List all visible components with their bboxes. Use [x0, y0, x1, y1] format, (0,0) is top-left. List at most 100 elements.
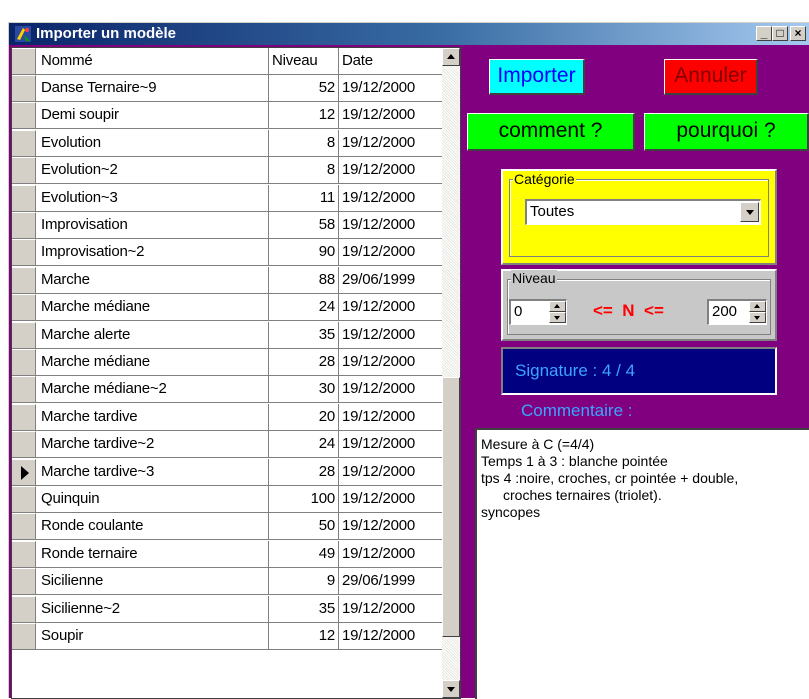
- cell-niveau[interactable]: 12: [269, 102, 339, 128]
- table-row[interactable]: Marche médiane~2 30 19/12/2000: [12, 376, 442, 403]
- column-header-nomme[interactable]: Nommé: [38, 48, 269, 74]
- annuler-button[interactable]: Annuler: [664, 59, 758, 95]
- niveau-max-down-button[interactable]: [749, 312, 766, 323]
- cell-nomme[interactable]: Marche: [38, 267, 269, 293]
- cell-nomme[interactable]: Evolution~3: [38, 185, 269, 211]
- cell-nomme[interactable]: Ronde coulante: [38, 513, 269, 539]
- table-row[interactable]: Marche tardive 20 19/12/2000: [12, 404, 442, 431]
- cell-niveau[interactable]: 58: [269, 212, 339, 238]
- cell-niveau[interactable]: 88: [269, 267, 339, 293]
- grid-vertical-scrollbar[interactable]: [442, 48, 460, 698]
- cell-nomme[interactable]: Marche tardive: [38, 404, 269, 430]
- cell-date[interactable]: 19/12/2000: [339, 102, 442, 128]
- row-indicator[interactable]: [12, 130, 36, 156]
- cell-date[interactable]: 19/12/2000: [339, 349, 442, 375]
- cell-date[interactable]: 19/12/2000: [339, 513, 442, 539]
- importer-button[interactable]: Importer: [489, 59, 585, 95]
- row-indicator[interactable]: [12, 294, 36, 320]
- row-indicator[interactable]: [12, 486, 36, 512]
- close-button[interactable]: ×: [790, 26, 806, 41]
- categorie-select[interactable]: Toutes: [525, 199, 761, 225]
- scroll-up-button[interactable]: [442, 48, 460, 66]
- cell-niveau[interactable]: 24: [269, 431, 339, 457]
- row-indicator[interactable]: [12, 75, 36, 101]
- row-indicator[interactable]: [12, 376, 36, 402]
- table-row[interactable]: Marche alerte 35 19/12/2000: [12, 322, 442, 349]
- cell-date[interactable]: 29/06/1999: [339, 568, 442, 594]
- cell-date[interactable]: 19/12/2000: [339, 157, 442, 183]
- cell-niveau[interactable]: 8: [269, 157, 339, 183]
- maximize-button[interactable]: □: [772, 26, 788, 41]
- row-indicator[interactable]: [12, 157, 36, 183]
- cell-date[interactable]: 19/12/2000: [339, 322, 442, 348]
- cell-niveau[interactable]: 35: [269, 322, 339, 348]
- table-row[interactable]: Ronde coulante 50 19/12/2000: [12, 513, 442, 540]
- row-indicator[interactable]: [12, 596, 36, 622]
- cell-niveau[interactable]: 30: [269, 376, 339, 402]
- table-row[interactable]: Sicilienne 9 29/06/1999: [12, 568, 442, 595]
- row-indicator[interactable]: [12, 541, 36, 567]
- cell-nomme[interactable]: Marche alerte: [38, 322, 269, 348]
- cell-nomme[interactable]: Quinquin: [38, 486, 269, 512]
- niveau-max-spinner[interactable]: 200: [707, 299, 767, 325]
- row-indicator[interactable]: [12, 459, 36, 485]
- title-bar[interactable]: Importer un modèle _ □ ×: [9, 23, 809, 45]
- cell-nomme[interactable]: Marche médiane: [38, 294, 269, 320]
- table-row[interactable]: Danse Ternaire~9 52 19/12/2000: [12, 75, 442, 102]
- cell-nomme[interactable]: Marche tardive~2: [38, 431, 269, 457]
- niveau-min-down-button[interactable]: [549, 312, 566, 323]
- cell-nomme[interactable]: Soupir: [38, 623, 269, 649]
- cell-date[interactable]: 19/12/2000: [339, 459, 442, 485]
- comment-button[interactable]: comment ?: [467, 113, 635, 151]
- cell-niveau[interactable]: 28: [269, 349, 339, 375]
- cell-nomme[interactable]: Sicilienne~2: [38, 596, 269, 622]
- row-indicator[interactable]: [12, 404, 36, 430]
- models-grid[interactable]: Nommé Niveau Date Danse Ternaire~9 52 19/1…: [11, 47, 461, 699]
- cell-date[interactable]: 19/12/2000: [339, 212, 442, 238]
- cell-niveau[interactable]: 24: [269, 294, 339, 320]
- cell-nomme[interactable]: Demi soupir: [38, 102, 269, 128]
- niveau-min-spinner[interactable]: 0: [509, 299, 567, 325]
- cell-date[interactable]: 19/12/2000: [339, 431, 442, 457]
- categorie-dropdown-button[interactable]: [740, 202, 759, 222]
- cell-date[interactable]: 19/12/2000: [339, 130, 442, 156]
- table-row[interactable]: Improvisation 58 19/12/2000: [12, 212, 442, 239]
- cell-niveau[interactable]: 90: [269, 239, 339, 265]
- row-indicator[interactable]: [12, 102, 36, 128]
- cell-niveau[interactable]: 28: [269, 459, 339, 485]
- cell-nomme[interactable]: Improvisation: [38, 212, 269, 238]
- cell-nomme[interactable]: Evolution: [38, 130, 269, 156]
- cell-date[interactable]: 19/12/2000: [339, 75, 442, 101]
- table-row[interactable]: Marche médiane 24 19/12/2000: [12, 294, 442, 321]
- column-header-date[interactable]: Date: [339, 48, 442, 74]
- cell-date[interactable]: 19/12/2000: [339, 294, 442, 320]
- niveau-max-up-button[interactable]: [749, 301, 766, 312]
- minimize-button[interactable]: _: [756, 26, 772, 41]
- cell-date[interactable]: 19/12/2000: [339, 376, 442, 402]
- row-indicator[interactable]: [12, 239, 36, 265]
- table-row[interactable]: Sicilienne~2 35 19/12/2000: [12, 596, 442, 623]
- table-row[interactable]: Soupir 12 19/12/2000: [12, 623, 442, 650]
- cell-niveau[interactable]: 35: [269, 596, 339, 622]
- cell-niveau[interactable]: 9: [269, 568, 339, 594]
- cell-date[interactable]: 19/12/2000: [339, 185, 442, 211]
- row-indicator[interactable]: [12, 185, 36, 211]
- row-indicator[interactable]: [12, 623, 36, 649]
- row-indicator[interactable]: [12, 349, 36, 375]
- cell-nomme[interactable]: Ronde ternaire: [38, 541, 269, 567]
- cell-date[interactable]: 19/12/2000: [339, 623, 442, 649]
- table-row[interactable]: Marche médiane 28 19/12/2000: [12, 349, 442, 376]
- row-indicator[interactable]: [12, 212, 36, 238]
- cell-nomme[interactable]: Sicilienne: [38, 568, 269, 594]
- cell-date[interactable]: 29/06/1999: [339, 267, 442, 293]
- table-row[interactable]: Evolution~2 8 19/12/2000: [12, 157, 442, 184]
- cell-niveau[interactable]: 49: [269, 541, 339, 567]
- pourquoi-button[interactable]: pourquoi ?: [644, 113, 809, 151]
- table-row[interactable]: Evolution 8 19/12/2000: [12, 130, 442, 157]
- cell-niveau[interactable]: 100: [269, 486, 339, 512]
- cell-date[interactable]: 19/12/2000: [339, 486, 442, 512]
- cell-niveau[interactable]: 52: [269, 75, 339, 101]
- cell-date[interactable]: 19/12/2000: [339, 404, 442, 430]
- table-row[interactable]: Improvisation~2 90 19/12/2000: [12, 239, 442, 266]
- cell-date[interactable]: 19/12/2000: [339, 239, 442, 265]
